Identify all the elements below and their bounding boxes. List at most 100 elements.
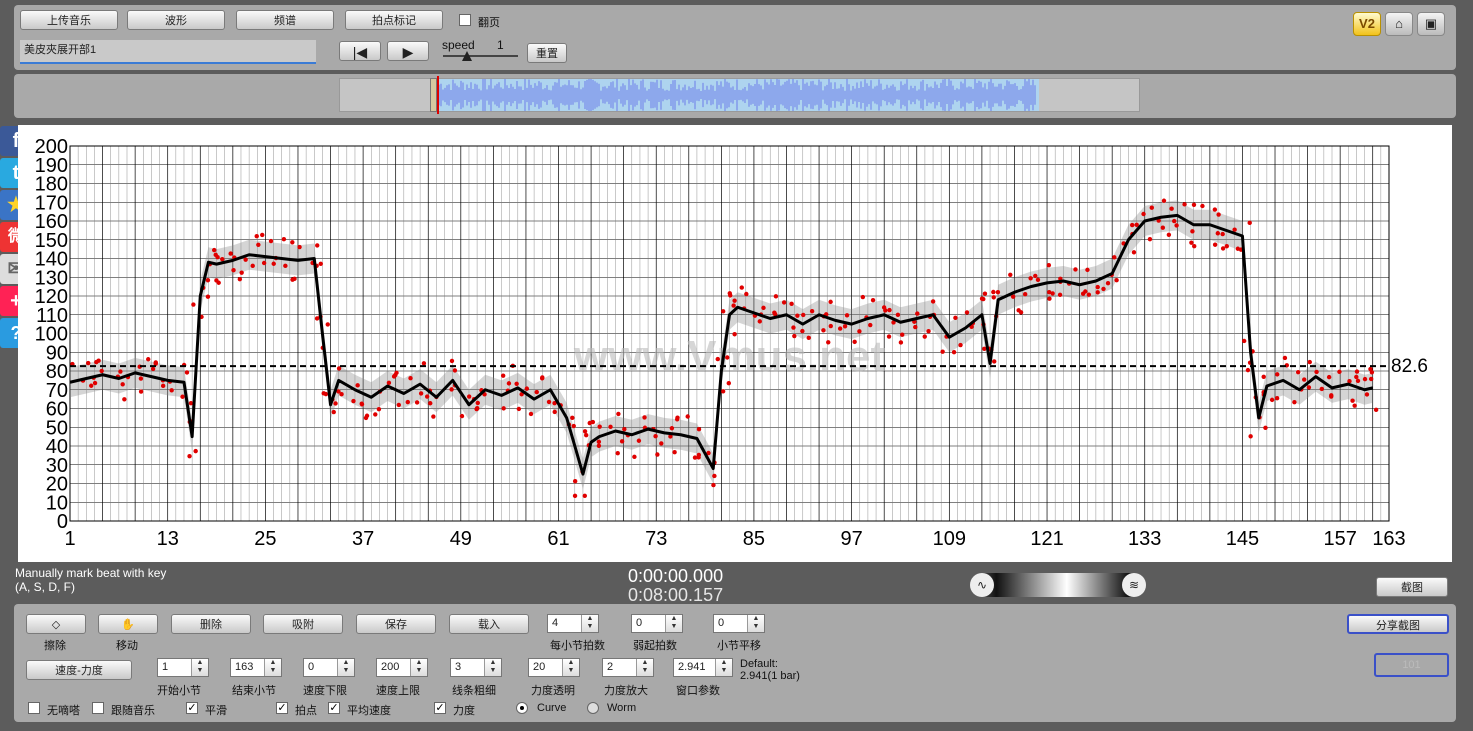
beat-point [1274,396,1280,401]
snap-button[interactable]: 吸附 [263,614,343,634]
beat-point [421,361,427,366]
dyn-alpha-input[interactable]: 20 ▲ ▼ [528,658,580,677]
beat-point [396,402,402,408]
beat-point [431,414,436,419]
home-icon[interactable]: ⌂ [1385,12,1413,36]
loud-wave-icon[interactable]: ≋ [1122,573,1146,597]
beat-point [205,278,211,283]
load-button[interactable]: 载入 [449,614,529,634]
speed-slider-track[interactable] [443,55,518,57]
beat-point [408,376,413,381]
smooth-checkbox[interactable]: ✓ [186,702,198,714]
playhead-marker[interactable] [437,76,439,114]
play-button[interactable]: ▶ [387,41,429,61]
beat-point [725,355,730,360]
y-tick-label: 40 [46,436,68,458]
metronome-checkbox[interactable] [28,702,40,714]
beat-point [791,325,796,330]
y-tick-label: 190 [35,155,68,177]
y-tick-label: 10 [46,492,68,514]
beat-point [283,263,288,269]
tap-mark-button[interactable]: 拍点标记 [345,10,443,30]
beat-point [118,369,123,374]
line-width-input[interactable]: 3 ▲ ▼ [450,658,502,677]
beat-point [806,335,811,340]
beat-point [153,360,158,365]
beat-points-checkbox[interactable]: ✓ [276,702,288,714]
beat-point [582,429,588,434]
beat-point [726,380,731,386]
tempo-min-label: 速度下限 [303,685,347,697]
beat-point [1191,202,1197,208]
dynamics-checkbox[interactable]: ✓ [434,702,446,714]
button-101[interactable]: 101 [1374,653,1449,677]
bar-shift-input[interactable]: 0 ▲ ▼ [713,614,765,633]
beat-point [886,334,892,339]
fullscreen-icon[interactable]: ▣ [1417,12,1445,36]
avg-tempo-checkbox[interactable]: ✓ [328,702,340,714]
share-screenshot-button[interactable]: 分享截图 [1347,614,1449,634]
tempo-max-input[interactable]: 200 ▲ ▼ [376,658,428,677]
v2-badge[interactable]: V2 [1353,12,1381,36]
y-tick-label: 120 [35,286,68,308]
beat-point [1263,425,1268,431]
beat-point [732,332,737,337]
beat-point [169,388,174,393]
delete-button[interactable]: 删除 [171,614,251,634]
beat-point [991,289,996,295]
overview-selection-handle[interactable] [430,78,437,112]
x-tick-label: 61 [547,528,569,550]
beat-point [1018,310,1024,315]
follow-music-label: 跟随音乐 [111,705,155,717]
beat-point [321,391,326,396]
reset-button[interactable]: 重置 [527,43,567,63]
erase-button[interactable]: ◇ [26,614,86,634]
beat-point [1112,255,1117,260]
dyn-zoom-input[interactable]: 2 ▲ ▼ [602,658,654,677]
worm-radio[interactable] [587,702,599,714]
tempo-dynamics-button[interactable]: 速度-力度 [26,660,132,680]
tempo-chart[interactable]: www.Vmus.net0102030405060708090100110120… [18,125,1452,562]
beat-point [359,401,364,406]
upbeat-input[interactable]: 0 ▲ ▼ [631,614,683,633]
spectrum-button[interactable]: 频谱 [236,10,334,30]
start-bar-input[interactable]: 1 ▲ ▼ [157,658,209,677]
beat-point [540,375,545,380]
beat-point [1302,377,1307,382]
move-button[interactable]: ✋ [98,614,158,634]
follow-music-checkbox[interactable] [92,702,104,714]
beat-point [1028,276,1033,281]
title-input[interactable]: 美皮夾展开部1 [20,40,316,64]
curve-radio[interactable] [516,702,528,714]
quiet-wave-icon[interactable]: ∿ [970,573,994,597]
beats-per-bar-input[interactable]: 4 ▲ ▼ [547,614,599,633]
beat-point [475,400,480,406]
end-bar-input[interactable]: 163 ▲ ▼ [230,658,282,677]
upload-music-button[interactable]: 上传音乐 [20,10,118,30]
eraser-icon: ◇ [51,619,61,631]
beat-point [271,261,276,266]
waveform-button[interactable]: 波形 [127,10,225,30]
beat-point [622,426,627,432]
beat-point [89,383,94,388]
beat-point [951,349,957,355]
flip-page-checkbox[interactable] [459,14,471,26]
beat-point [801,312,806,318]
dyn-zoom-label: 力度放大 [604,685,648,697]
beat-point [405,399,410,405]
volume-slider[interactable] [970,573,1146,597]
screenshot-button[interactable]: 截图 [1376,577,1448,597]
beat-point [297,244,302,250]
move-label: 移动 [116,640,138,652]
window-input[interactable]: 2.941 ▲ ▼ [673,658,733,677]
save-button[interactable]: 保存 [356,614,436,634]
beat-point [205,294,211,299]
prev-button[interactable]: |◀ [339,41,381,61]
beat-point [1241,338,1247,344]
overview-waveform[interactable] [437,79,1039,111]
speed-slider-thumb[interactable] [462,51,472,61]
beat-point [138,376,144,381]
beat-point [995,289,1001,295]
x-tick-label: 1 [64,528,75,550]
tempo-min-input[interactable]: 0 ▲ ▼ [303,658,355,677]
